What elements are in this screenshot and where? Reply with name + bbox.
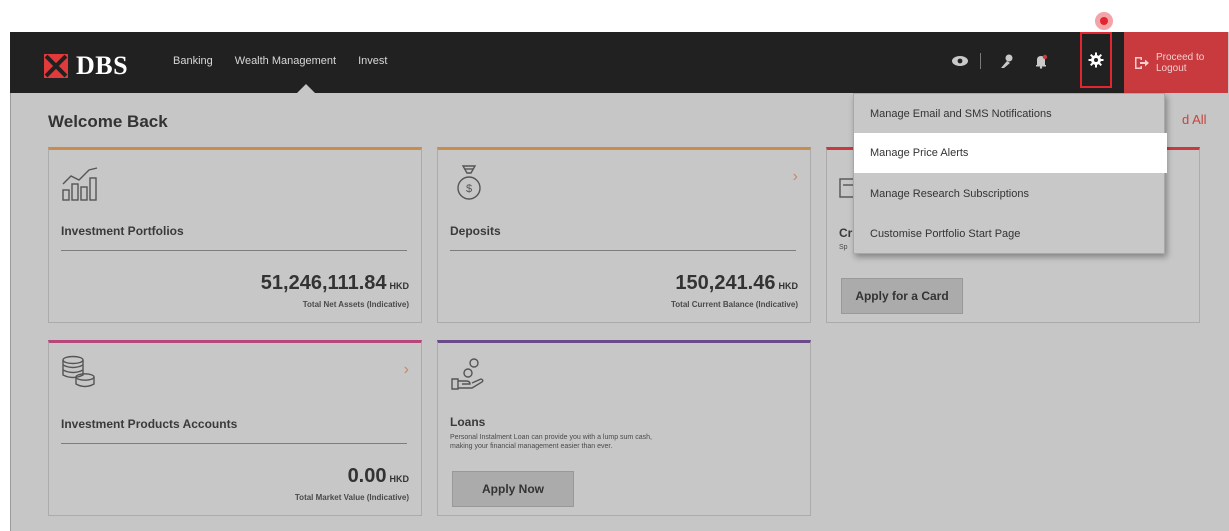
main-nav: Banking Wealth Management Invest [173,55,409,67]
menu-item-manage-email-sms[interactable]: Manage Email and SMS Notifications [854,94,1166,134]
apply-for-card-button[interactable]: Apply for a Card [841,278,963,314]
svg-text:$: $ [466,183,472,195]
read-all-link[interactable]: d All [1182,112,1207,127]
loans-card[interactable]: Loans Personal Instalment Loan can provi… [437,340,811,516]
card-subtitle: Total Net Assets (Indicative) [302,300,409,309]
page-title: Welcome Back [48,112,168,131]
amount-currency: HKD [389,474,410,484]
logout-label-line1: Proceed to [1156,51,1205,63]
logout-button[interactable]: Proceed to Logout [1124,32,1228,93]
header-divider [980,53,981,69]
card-subtitle: Sp [839,244,848,251]
card-title: Loans [450,415,486,429]
card-title: Deposits [450,224,501,238]
card-description-line2: making your financial management easier … [450,443,613,450]
amount-value: 51,246,111.84 [260,272,387,294]
card-amount: 150,241.46 HKD [675,272,798,295]
card-title: Investment Products Accounts [61,417,238,431]
tutorial-marker [1095,12,1113,30]
brand-name: DBS [76,51,129,80]
hand-coin-icon [451,358,484,390]
card-amount: 0.00 HKD [348,465,409,488]
deposits-card[interactable]: $ › Deposits 150,241.46 HKD Total Current… [437,147,811,323]
amount-currency: HKD [389,281,410,291]
nav-item-wealth-management[interactable]: Wealth Management [235,55,336,67]
card-description-line1: Personal Instalment Loan can provide you… [450,434,652,441]
menu-item-customise-portfolio-start-page[interactable]: Customise Portfolio Start Page [854,214,1166,254]
settings-dropdown-menu: Manage Email and SMS Notifications Manag… [853,93,1167,254]
card-divider [61,250,407,251]
dbs-logo-icon [44,54,68,78]
card-subtitle: Total Current Balance (Indicative) [671,300,798,309]
card-title: Investment Portfolios [61,224,184,238]
bell-icon[interactable] [1031,51,1051,71]
logout-label-line2: Logout [1156,62,1187,74]
investment-portfolios-card[interactable]: Investment Portfolios 51,246,111.84 HKD T… [48,147,422,323]
card-divider [450,250,796,251]
dbs-logo[interactable]: DBS [44,51,128,81]
card-divider [61,443,407,444]
chevron-right-icon[interactable]: › [404,361,409,379]
investment-products-card[interactable]: › Investment Products Accounts 0.00 HKD T… [48,340,422,516]
eye-icon[interactable] [950,51,970,71]
gear-icon [1088,52,1104,68]
card-amount: 51,246,111.84 HKD [261,272,409,295]
coins-stack-icon [62,355,95,388]
amount-value: 0.00 [347,465,387,487]
chevron-right-icon[interactable]: › [793,168,798,186]
settings-button[interactable] [1080,32,1112,88]
menu-item-manage-research-subscriptions[interactable]: Manage Research Subscriptions [854,174,1166,214]
chart-growth-icon [62,167,98,201]
logout-label: Proceed to Logout [1156,52,1216,74]
amount-value: 150,241.46 [675,272,776,294]
amount-currency: HKD [778,281,799,291]
user-pin-icon[interactable] [997,51,1017,71]
header-icons [950,51,1051,71]
nav-item-invest[interactable]: Invest [358,55,387,67]
nav-active-indicator [297,84,315,93]
card-description: Personal Instalment Loan can provide you… [450,433,652,451]
nav-item-banking[interactable]: Banking [173,55,213,67]
menu-item-manage-price-alerts[interactable]: Manage Price Alerts [854,133,1167,173]
logout-icon [1135,56,1149,69]
card-subtitle: Total Market Value (Indicative) [294,493,409,502]
card-title: Cr [839,226,853,240]
apply-now-button[interactable]: Apply Now [452,471,574,507]
money-bag-icon: $ [457,165,481,200]
